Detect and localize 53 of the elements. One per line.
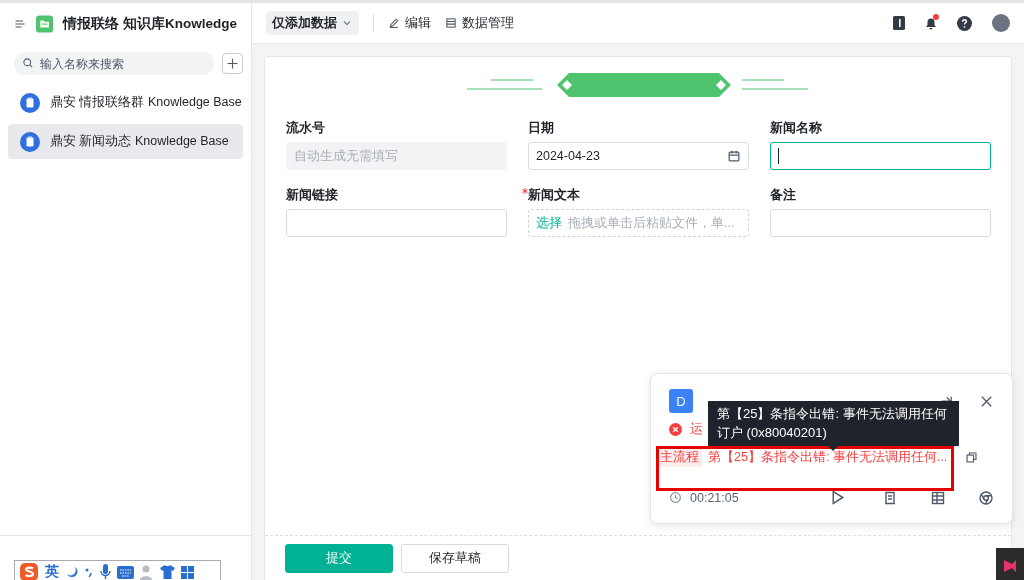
document-icon[interactable] [882, 489, 898, 506]
search-icon [22, 57, 34, 69]
run-status: 运 [690, 420, 703, 438]
sidebar-item[interactable]: 鼎安 新闻动态 Knowledge Base [8, 124, 243, 159]
field-label: 新闻链接 [286, 188, 338, 202]
plus-icon [226, 57, 239, 70]
search-field[interactable]: 输入名称来搜索 [14, 52, 214, 75]
copy-icon[interactable] [965, 451, 979, 464]
view-dropdown[interactable]: 仅添加数据 [266, 11, 359, 35]
moon-icon[interactable] [65, 565, 78, 579]
robot-avatar: D [669, 389, 693, 413]
date-value: 2024-04-23 [536, 149, 600, 163]
tooltip-pointer [828, 446, 838, 451]
add-button[interactable] [222, 53, 243, 74]
error-icon [669, 422, 682, 436]
help-icon[interactable] [957, 15, 972, 31]
field-label: 新闻名称 [770, 121, 822, 135]
date-field[interactable]: 2024-04-23 [528, 142, 749, 170]
edit-button[interactable]: 编辑 [388, 14, 431, 32]
ime-language[interactable]: 英 [45, 563, 59, 580]
folder-icon [36, 13, 54, 34]
shirt-icon[interactable] [160, 565, 175, 579]
data-button[interactable]: 数据管理 [445, 14, 514, 32]
app-badge[interactable] [996, 548, 1024, 580]
elapsed-time: 00:21:05 [690, 490, 739, 505]
serial-field[interactable]: 自动生成无需填写 [286, 142, 507, 170]
field-label: 日期 [528, 121, 554, 135]
user-avatar[interactable] [992, 14, 1010, 32]
error-message: 第【25】条指令出错: 事件无法调用任何... [708, 449, 948, 466]
calendar-icon [727, 149, 741, 163]
app-title: 情报联络 知识库Knowledge [63, 14, 237, 33]
sidebar-item[interactable]: 鼎安 情报联络群 Knowledge Base [8, 85, 243, 120]
clipboard-icon [20, 131, 40, 152]
clipboard-icon [20, 92, 40, 113]
keyboard-icon[interactable] [117, 565, 134, 579]
book-icon[interactable] [893, 16, 905, 30]
text-cursor [778, 148, 779, 164]
notification-button[interactable] [925, 16, 937, 30]
pencil-icon [388, 17, 400, 29]
table-icon [445, 17, 457, 29]
bell-icon [925, 16, 937, 30]
bowtie-icon [1004, 559, 1016, 572]
field-label: 新闻文本 [528, 188, 580, 202]
upload-hint: 拖拽或单击后粘贴文件，单... [568, 214, 735, 232]
microphone-icon[interactable] [100, 564, 111, 580]
clock-icon [669, 491, 682, 504]
grid-icon[interactable] [181, 565, 194, 579]
browser-icon[interactable] [978, 489, 994, 506]
save-draft-button[interactable]: 保存草稿 [401, 543, 509, 573]
input-field[interactable] [770, 142, 991, 170]
field-label: 备注 [770, 188, 796, 202]
field-label: 流水号 [286, 121, 325, 135]
grid-icon[interactable] [930, 489, 946, 506]
